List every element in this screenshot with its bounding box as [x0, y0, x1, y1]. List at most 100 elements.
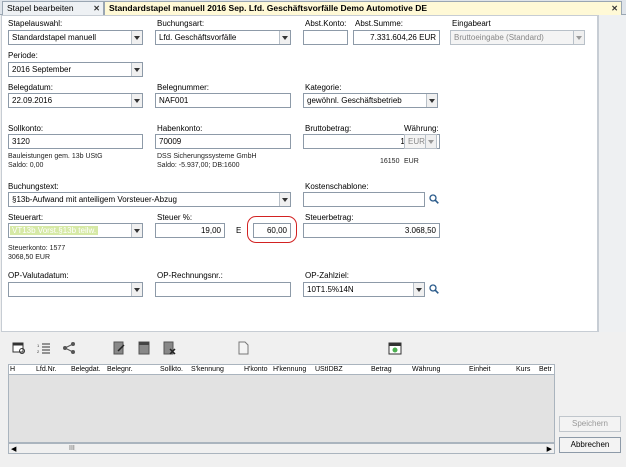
search-icon[interactable] [429, 194, 439, 204]
chevron-down-icon[interactable] [131, 94, 142, 107]
sollkonto-label: Sollkonto: [8, 124, 44, 133]
buchungsart-label: Buchungsart: [157, 19, 205, 28]
grid-body[interactable] [8, 375, 555, 443]
eingabeart-value: Bruttoeingabe (Standard) [454, 33, 544, 42]
column-header[interactable]: Betr [539, 366, 552, 373]
op-zahlziel-select[interactable]: 10T1.5%14N [303, 282, 425, 297]
steuer-pct-input[interactable]: 19,00 [155, 223, 225, 238]
calendar-add-icon[interactable] [388, 341, 402, 355]
buchungstext-select[interactable]: §13b-Aufwand mit anteiligem Vorsteuer-Ab… [8, 192, 291, 207]
kostenschablone-input[interactable] [303, 192, 425, 207]
kostenschablone-label: Kostenschablone: [305, 182, 369, 191]
chevron-left-icon[interactable]: ◀ [11, 445, 16, 453]
close-icon[interactable]: ✕ [93, 3, 100, 14]
column-header[interactable]: Betrag [371, 366, 392, 373]
chevron-down-icon[interactable] [426, 94, 437, 107]
chevron-down-icon[interactable] [279, 193, 290, 206]
waehrung-select: EUR [404, 134, 437, 149]
tab-standardstapel[interactable]: Standardstapel manuell 2016 Sep. Lfd. Ge… [104, 1, 622, 15]
share-icon[interactable] [62, 341, 76, 355]
grid-toolbar [1, 333, 626, 361]
column-header[interactable]: UStIDBZ [315, 366, 343, 373]
buchungsart-select[interactable]: Lfd. Geschäftsvorfälle [155, 30, 291, 45]
chevron-down-icon[interactable] [131, 283, 142, 296]
bruttobetrag-label: Bruttobetrag: [305, 124, 352, 133]
habenkonto-input[interactable]: 70009 [155, 134, 291, 149]
stapelauswahl-value: Standardstapel manuell [12, 33, 97, 42]
delete-document-icon[interactable] [162, 341, 176, 355]
stapelauswahl-label: Stapelauswahl: [8, 19, 63, 28]
column-header[interactable]: H [10, 366, 15, 373]
periode-value: 2016 September [12, 65, 72, 74]
column-header[interactable]: H'konto [244, 366, 268, 373]
abst-konto-label: Abst.Konto: [305, 19, 347, 28]
abst-summe-label: Abst.Summe: [355, 19, 404, 28]
op-rechnungsnr-label: OP-Rechnungsnr.: [157, 271, 223, 280]
sollkonto-info: Bauleistungen gem. 13b UStG Saldo: 0,00 [8, 153, 103, 169]
svg-text:2: 2 [37, 349, 40, 354]
belegnummer-input[interactable]: NAF001 [155, 93, 291, 108]
steuerart-info: Steuerkonto: 1577 3068,50 EUR [8, 245, 66, 261]
chevron-down-icon[interactable] [131, 224, 142, 237]
cancel-button[interactable]: Abbrechen [559, 437, 621, 453]
e-label: E [236, 226, 242, 235]
steuerart-label: Steuerart: [8, 213, 44, 222]
op-valutadatum-label: OP-Valutadatum: [8, 271, 69, 280]
column-header[interactable]: Belegnr. [107, 366, 133, 373]
sollkonto-input[interactable]: 3120 [8, 134, 143, 149]
steuerart-select[interactable]: VT13b Vorst.§13b teilw. [8, 223, 143, 238]
habenkonto-info: DSS Sicherungssysteme GmbH Saldo: -5.937… [157, 153, 257, 169]
chevron-down-icon[interactable] [413, 283, 424, 296]
document-icon[interactable] [137, 341, 151, 355]
column-header[interactable]: Einheit [469, 366, 490, 373]
buchungstext-value: §13b-Aufwand mit anteiligem Vorsteuer-Ab… [12, 195, 177, 204]
column-header[interactable]: S'kennung [191, 366, 224, 373]
stapelauswahl-select[interactable]: Standardstapel manuell [8, 30, 143, 45]
column-header[interactable]: Belegdat. [71, 366, 101, 373]
column-header[interactable]: Kurs [516, 366, 530, 373]
chevron-right-icon[interactable]: ▶ [547, 445, 552, 453]
steuerbetrag-input[interactable]: 3.068,50 [303, 223, 440, 238]
horizontal-scrollbar[interactable]: ◀ III ▶ [8, 443, 555, 454]
bruttobetrag-info: 16150 [380, 158, 400, 165]
belegnummer-label: Belegnummer: [157, 83, 210, 92]
op-rechnungsnr-input[interactable] [155, 282, 291, 297]
tab-label: Stapel bearbeiten [7, 3, 74, 13]
chevron-down-icon[interactable] [279, 31, 290, 44]
view-grid-icon[interactable] [12, 341, 26, 355]
buchungsart-value: Lfd. Geschäftsvorfälle [159, 33, 237, 42]
search-icon[interactable] [429, 284, 439, 294]
vertical-scrollbar[interactable] [598, 15, 626, 332]
chevron-down-icon[interactable] [131, 31, 142, 44]
scroll-thumb-grip[interactable]: III [69, 445, 75, 452]
column-header[interactable]: Lfd.Nr. [36, 366, 57, 373]
chevron-down-icon [425, 135, 436, 148]
blank-page-icon[interactable] [236, 341, 250, 355]
abst-konto-input[interactable] [303, 30, 348, 45]
belegdatum-input[interactable]: 22.09.2016 [8, 93, 143, 108]
column-header[interactable]: Währung [412, 366, 440, 373]
op-valutadatum-input[interactable] [8, 282, 143, 297]
chevron-down-icon[interactable] [131, 63, 142, 76]
save-button[interactable]: Speichern [559, 416, 621, 432]
waehrung-info: EUR [404, 158, 419, 165]
edit-document-icon[interactable] [112, 341, 126, 355]
abst-summe-field: 7.331.604,26 EUR [353, 30, 440, 45]
kategorie-select[interactable]: gewöhnl. Geschäftsbetrieb [303, 93, 438, 108]
eingabeart-label: Eingabeart [452, 19, 491, 28]
sort-list-icon[interactable]: 12 [37, 341, 51, 355]
eingabeart-select: Bruttoeingabe (Standard) [450, 30, 585, 45]
periode-select[interactable]: 2016 September [8, 62, 143, 77]
column-header[interactable]: H'kennung [273, 366, 306, 373]
belegdatum-value: 22.09.2016 [12, 96, 53, 105]
waehrung-value: EUR [408, 137, 425, 146]
close-icon[interactable]: ✕ [611, 3, 618, 14]
op-zahlziel-label: OP-Zahlziel: [305, 271, 350, 280]
buchungstext-label: Buchungstext: [8, 182, 59, 191]
kategorie-label: Kategorie: [305, 83, 342, 92]
kategorie-value: gewöhnl. Geschäftsbetrieb [307, 96, 402, 105]
column-header[interactable]: Sollkto. [160, 366, 183, 373]
chevron-down-icon [573, 31, 584, 44]
tab-stapel-bearbeiten[interactable]: Stapel bearbeiten ✕ [2, 1, 104, 15]
anteil-input[interactable]: 60,00 [253, 223, 291, 238]
